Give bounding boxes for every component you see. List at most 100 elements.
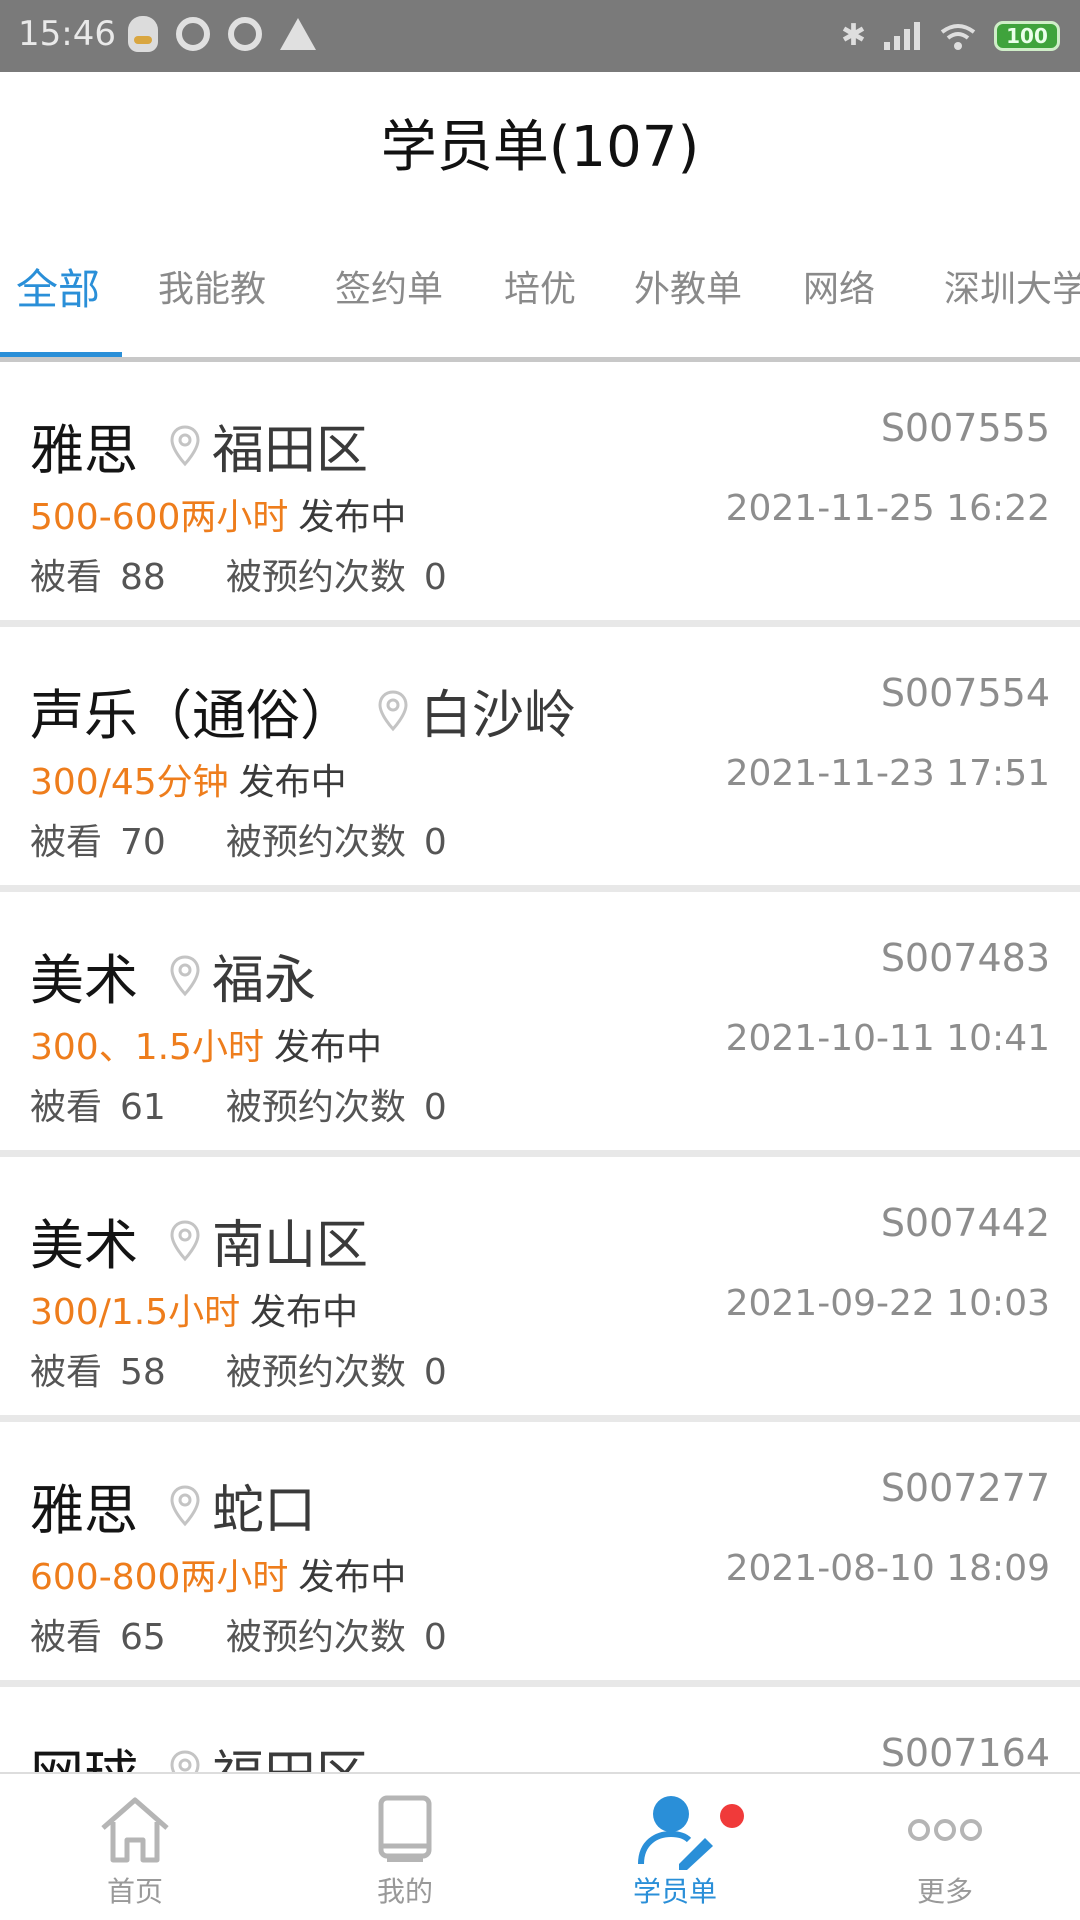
book-icon <box>378 1795 432 1862</box>
item-stats: 被看 88 被预约次数 0 <box>30 548 465 600</box>
list-item[interactable]: 雅思 福田区 S007555 500-600两小时 发布中 2021-11-25 … <box>0 362 1080 627</box>
list-item[interactable]: 美术 福永 S007483 300、1.5小时 发布中 2021-10-11 10… <box>0 892 1080 1157</box>
nav-mine[interactable]: 我的 <box>270 1774 540 1920</box>
student-edit-icon <box>638 1796 713 1870</box>
bluetooth-icon: ✱ <box>840 18 866 53</box>
item-location-text: 福田区 <box>212 421 369 481</box>
list-item[interactable]: 美术 南山区 S007442 300/1.5小时 发布中 2021-09-22 1… <box>0 1157 1080 1422</box>
item-price-text: 600-800两小时 <box>30 1557 289 1598</box>
location-pin-icon <box>378 689 408 731</box>
item-datetime: 2021-11-25 16:22 <box>725 488 1050 529</box>
views-label: 被看 <box>30 1617 103 1658</box>
item-location-text: 南山区 <box>212 1216 369 1276</box>
bottom-navigation: 首页 我的 学员单 更多 <box>0 1772 1080 1920</box>
item-location: 福永 <box>168 938 316 1013</box>
battery-icon: 100 <box>994 20 1060 51</box>
item-subject: 雅思 <box>30 419 138 482</box>
item-stats: 被看 58 被预约次数 0 <box>30 1343 465 1395</box>
item-price: 300/1.5小时 发布中 <box>30 1283 358 1335</box>
item-subject: 网球 <box>30 1731 138 1772</box>
item-location-text: 福永 <box>212 951 317 1011</box>
views-label: 被看 <box>30 1352 103 1393</box>
tab-foreign-teacher[interactable]: 外教单 <box>634 260 742 312</box>
booked-count: 0 <box>423 1087 447 1128</box>
location-pin-icon <box>170 1219 200 1261</box>
views-count: 88 <box>120 557 166 598</box>
item-subject: 美术 <box>30 1214 138 1277</box>
item-datetime: 2021-09-22 10:03 <box>725 1283 1050 1324</box>
item-location-text: 蛇口 <box>212 1481 317 1541</box>
item-code: S007554 <box>880 671 1050 715</box>
item-stats: 被看 70 被预约次数 0 <box>30 813 465 865</box>
status-notification-icons <box>128 16 316 52</box>
tab-online[interactable]: 网络 <box>803 260 875 312</box>
item-code: S007483 <box>880 936 1050 980</box>
warning-icon <box>280 18 316 50</box>
tab-all[interactable]: 全部 <box>16 256 100 317</box>
nav-more[interactable]: 更多 <box>810 1774 1080 1920</box>
item-code: S007277 <box>880 1466 1050 1510</box>
views-count: 65 <box>120 1617 166 1658</box>
status-bar: 15:46 ✱ 100 <box>0 0 1080 72</box>
battery-level: 100 <box>1006 23 1048 48</box>
status-time: 15:46 <box>18 14 116 54</box>
item-location-text: 福田区 <box>212 1733 368 1772</box>
views-count: 61 <box>120 1087 166 1128</box>
nav-home[interactable]: 首页 <box>0 1774 270 1920</box>
list-item[interactable]: 声乐（通俗） 白沙岭 S007554 300/45分钟 发布中 2021-11-2… <box>0 627 1080 892</box>
item-stats: 被看 65 被预约次数 0 <box>30 1608 465 1660</box>
location-pin-icon <box>170 1484 200 1526</box>
booked-label: 被预约次数 <box>225 1352 406 1393</box>
booked-label: 被预约次数 <box>225 557 406 598</box>
tab-signed[interactable]: 签约单 <box>335 260 443 312</box>
nav-mine-label: 我的 <box>376 1875 433 1908</box>
status-system-icons: ✱ 100 <box>841 18 1060 53</box>
item-datetime: 2021-11-23 17:51 <box>725 753 1050 794</box>
item-datetime: 2021-08-10 18:09 <box>725 1548 1050 1589</box>
item-status: 发布中 <box>298 497 407 538</box>
item-code: S007164 <box>880 1731 1050 1772</box>
item-price: 600-800两小时 发布中 <box>30 1548 406 1600</box>
location-pin-icon <box>170 424 200 466</box>
views-label: 被看 <box>30 822 103 863</box>
item-status: 发布中 <box>298 1557 407 1598</box>
item-price: 300/45分钟 发布中 <box>30 753 347 805</box>
views-count: 58 <box>120 1352 166 1393</box>
tab-advanced[interactable]: 培优 <box>504 260 576 312</box>
nav-student-orders[interactable]: 学员单 <box>540 1774 810 1920</box>
qq-icon <box>128 16 158 52</box>
item-status: 发布中 <box>238 762 347 803</box>
booked-label: 被预约次数 <box>225 1617 406 1658</box>
item-stats: 被看 61 被预约次数 0 <box>30 1078 465 1130</box>
notification-badge <box>720 1804 744 1828</box>
item-price-text: 300/45分钟 <box>30 762 229 803</box>
category-tabs: 全部 我能教 签约单 培优 外教单 网络 深圳大学 <box>0 222 1080 362</box>
item-subject: 美术 <box>30 949 138 1012</box>
item-location-text: 白沙岭 <box>420 686 577 746</box>
record-icon <box>228 17 262 51</box>
record-icon <box>176 17 210 51</box>
student-order-list[interactable]: 雅思 福田区 S007555 500-600两小时 发布中 2021-11-25 … <box>0 362 1080 1772</box>
more-dots-icon <box>908 1819 982 1841</box>
booked-count: 0 <box>423 557 447 598</box>
home-icon <box>101 1797 169 1863</box>
booked-count: 0 <box>423 1617 447 1658</box>
nav-student-orders-label: 学员单 <box>632 1875 717 1908</box>
item-subject: 雅思 <box>30 1479 138 1542</box>
views-count: 70 <box>120 822 166 863</box>
location-pin-icon <box>170 1749 200 1772</box>
item-datetime: 2021-10-11 10:41 <box>725 1018 1050 1059</box>
item-status: 发布中 <box>250 1292 359 1333</box>
nav-home-label: 首页 <box>106 1875 163 1908</box>
booked-label: 被预约次数 <box>225 822 406 863</box>
nav-more-label: 更多 <box>916 1875 973 1908</box>
tab-shenzhen-university[interactable]: 深圳大学 <box>944 260 1080 312</box>
item-location: 福田区 <box>168 408 368 483</box>
list-item[interactable]: 网球 福田区 S007164 <box>0 1687 1080 1772</box>
booked-count: 0 <box>423 1352 447 1393</box>
list-item[interactable]: 雅思 蛇口 S007277 600-800两小时 发布中 2021-08-10 1… <box>0 1422 1080 1687</box>
tab-can-teach[interactable]: 我能教 <box>158 260 266 312</box>
item-price-text: 300/1.5小时 <box>30 1292 241 1333</box>
item-price: 300、1.5小时 发布中 <box>30 1018 382 1070</box>
item-location: 白沙岭 <box>376 673 576 748</box>
